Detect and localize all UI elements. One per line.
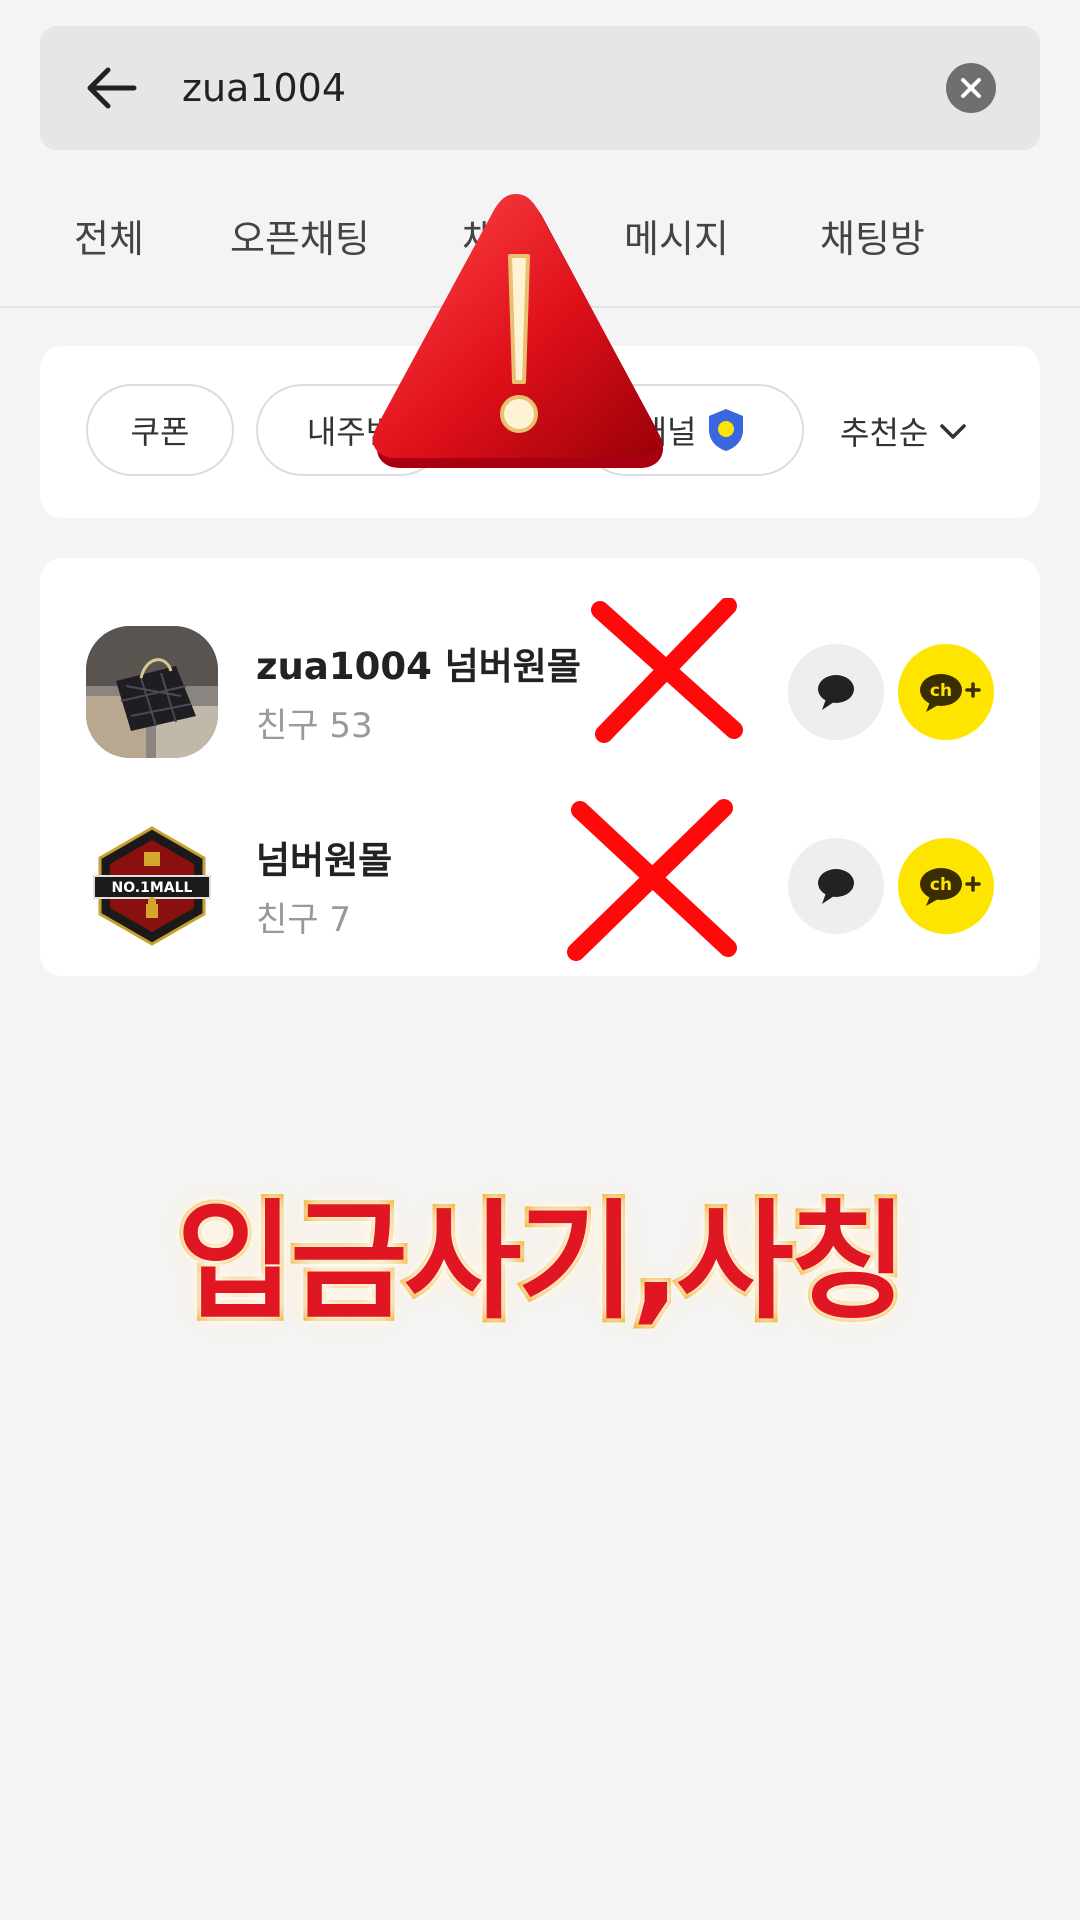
channel-plus-icon: ch [920,868,981,906]
svg-text:ch: ch [930,875,952,895]
chip-coupon[interactable]: 쿠폰 [86,384,234,476]
red-x-mark-icon [567,799,737,961]
chat-bubble-icon [818,869,854,904]
sort-label: 추천순 [840,414,929,452]
channel-plus-icon: ch [920,674,981,712]
clear-search-icon[interactable] [946,63,996,113]
chat-bubble-icon [818,675,854,710]
back-arrow-icon[interactable] [80,56,144,120]
mall-logo-icon: NO.1MALL [86,820,218,952]
verified-shield-icon [709,409,744,451]
chat-button[interactable] [788,838,884,934]
chip-coupon-label: 쿠폰 [130,413,190,451]
red-x-mark-icon [591,598,743,743]
sort-dropdown[interactable]: 추천순 [840,406,970,456]
tab-chatrooms[interactable]: 채팅방 [820,208,925,263]
list-item[interactable]: NO.1MALL 넘버원몰 친구 7 ch [40,802,1040,978]
chat-button[interactable] [788,644,884,740]
scam-warning-caption: 입금사기,사칭 [172,1184,911,1341]
add-channel-button[interactable]: ch [898,838,994,934]
tab-all[interactable]: 전체 [74,208,144,263]
results-list: zua1004 넘버원몰 친구 53 ch NO.1MALL 넘버원몰 친구 7… [40,558,1040,976]
list-item[interactable]: zua1004 넘버원몰 친구 53 ch [40,608,1040,784]
warning-icon [372,194,664,468]
chevron-down-icon [940,424,967,439]
avatar[interactable]: NO.1MALL [86,820,218,952]
handbag-photo-icon [86,626,218,758]
avatar[interactable] [86,626,218,758]
friend-count: 친구 7 [256,900,351,940]
friend-count: 친구 53 [256,706,373,746]
svg-text:ch: ch [930,681,952,701]
channel-name: zua1004 넘버원몰 [256,645,581,688]
tab-openchat[interactable]: 오픈채팅 [230,208,370,263]
search-input[interactable] [182,56,942,120]
mall-logo-text: NO.1MALL [112,880,193,896]
channel-name: 넘버원몰 [256,839,393,882]
search-bar [40,26,1040,150]
add-channel-button[interactable]: ch [898,644,994,740]
